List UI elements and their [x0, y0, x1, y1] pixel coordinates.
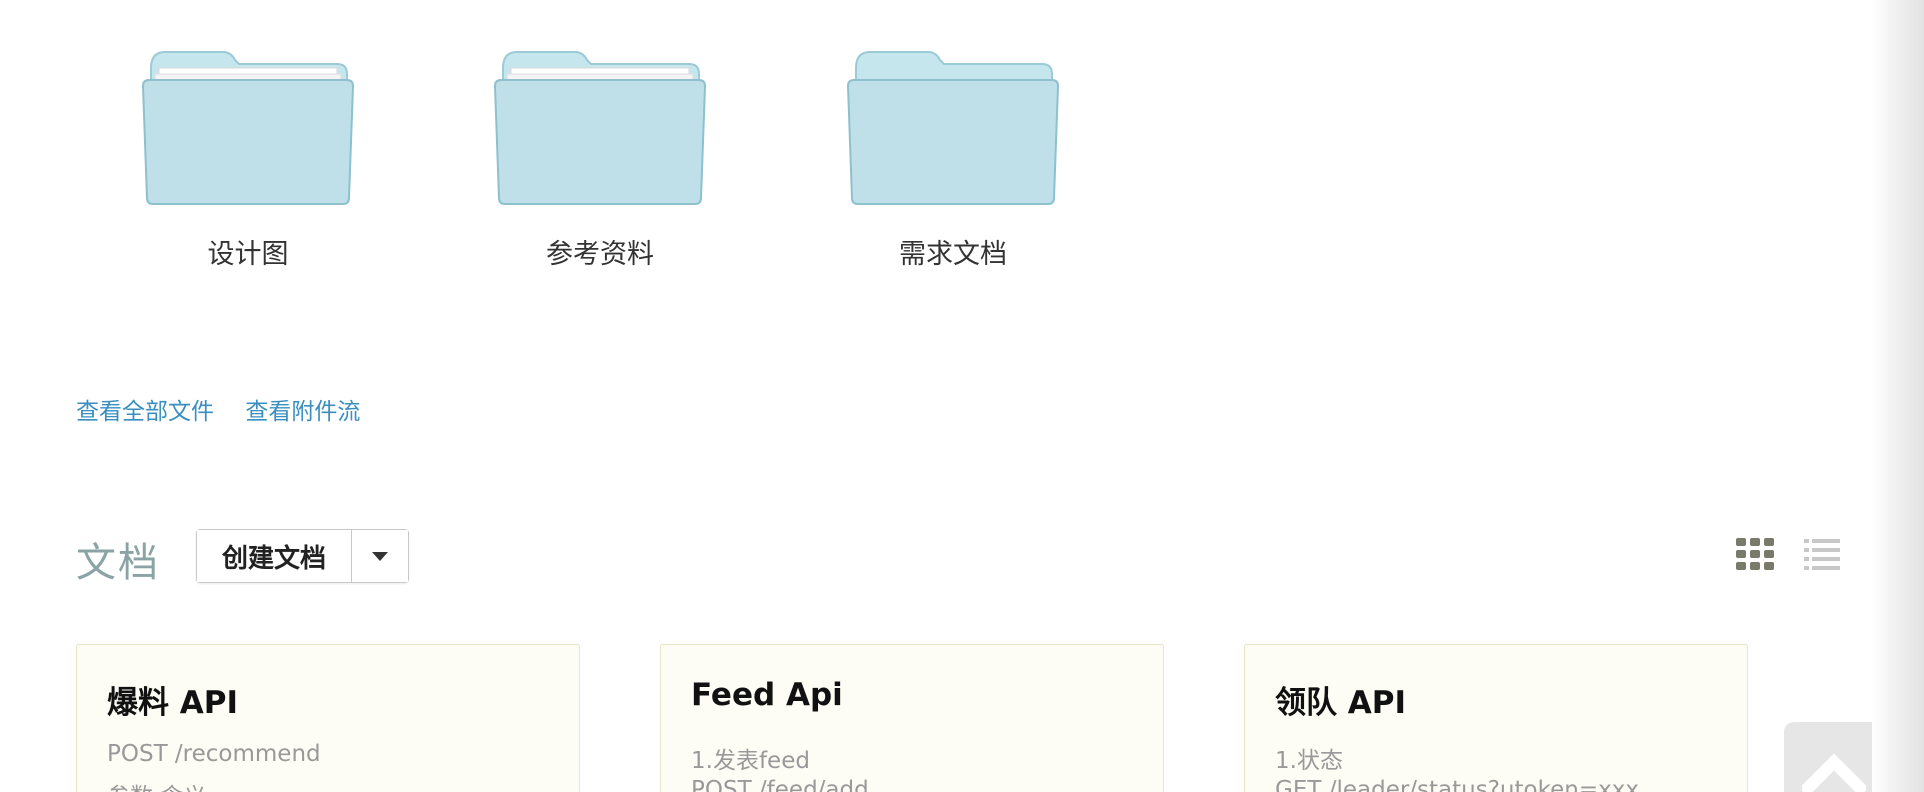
doc-card-excerpt: POST /feed/add [691, 777, 869, 792]
list-view-icon [1804, 539, 1840, 570]
doc-card-excerpt: GET /leader/status?utoken=xxx [1275, 777, 1639, 792]
doc-card-excerpt: 1.发表feed [691, 748, 810, 774]
doc-card-title: 领队 API [1275, 685, 1407, 721]
back-to-top-button[interactable] [1784, 722, 1884, 792]
grid-view-icon [1736, 538, 1774, 570]
file-links: 查看全部文件 查看附件流 [76, 392, 384, 426]
folder-label: 参考资料 [546, 239, 654, 270]
view-attachment-stream-link[interactable]: 查看附件流 [245, 399, 360, 425]
doc-card[interactable]: 领队 API 1.状态 GET /leader/status?utoken=xx… [1244, 644, 1748, 792]
page: 设计图 参考资料 需求文档 查看全部文件 查看附件流 文档 创建文档 爆料 AP… [0, 0, 1924, 792]
doc-card-excerpt: 参数 含义 [107, 777, 206, 792]
folder-item-requirements[interactable]: 需求文档 [843, 48, 1063, 271]
folder-icon [846, 51, 1060, 205]
grid-view-toggle[interactable] [1736, 538, 1774, 570]
doc-card-title: 爆料 API [107, 685, 239, 721]
doc-card[interactable]: 爆料 API POST /recommend 参数 含义 [76, 644, 580, 792]
doc-card-excerpt: POST /recommend [107, 741, 321, 767]
folder-item-references[interactable]: 参考资料 [490, 48, 710, 271]
folder-item-design[interactable]: 设计图 [138, 48, 358, 271]
list-view-toggle[interactable] [1804, 538, 1840, 570]
create-doc-button[interactable]: 创建文档 [197, 530, 352, 582]
caret-down-icon [372, 551, 388, 561]
create-doc-button-group: 创建文档 [196, 529, 409, 583]
create-doc-dropdown-button[interactable] [352, 530, 408, 582]
doc-card-title: Feed Api [691, 677, 843, 713]
doc-card[interactable]: Feed Api 1.发表feed POST /feed/add [660, 644, 1164, 792]
view-all-files-link[interactable]: 查看全部文件 [76, 399, 214, 425]
page-edge-shadow [1872, 0, 1924, 792]
folder-label: 设计图 [207, 239, 289, 270]
docs-section-title: 文档 [76, 540, 160, 586]
doc-card-excerpt: 1.状态 [1275, 748, 1343, 774]
folder-icon [141, 51, 355, 205]
chevron-up-icon [1802, 753, 1866, 792]
folder-label: 需求文档 [899, 239, 1007, 270]
folder-icon [493, 51, 707, 205]
